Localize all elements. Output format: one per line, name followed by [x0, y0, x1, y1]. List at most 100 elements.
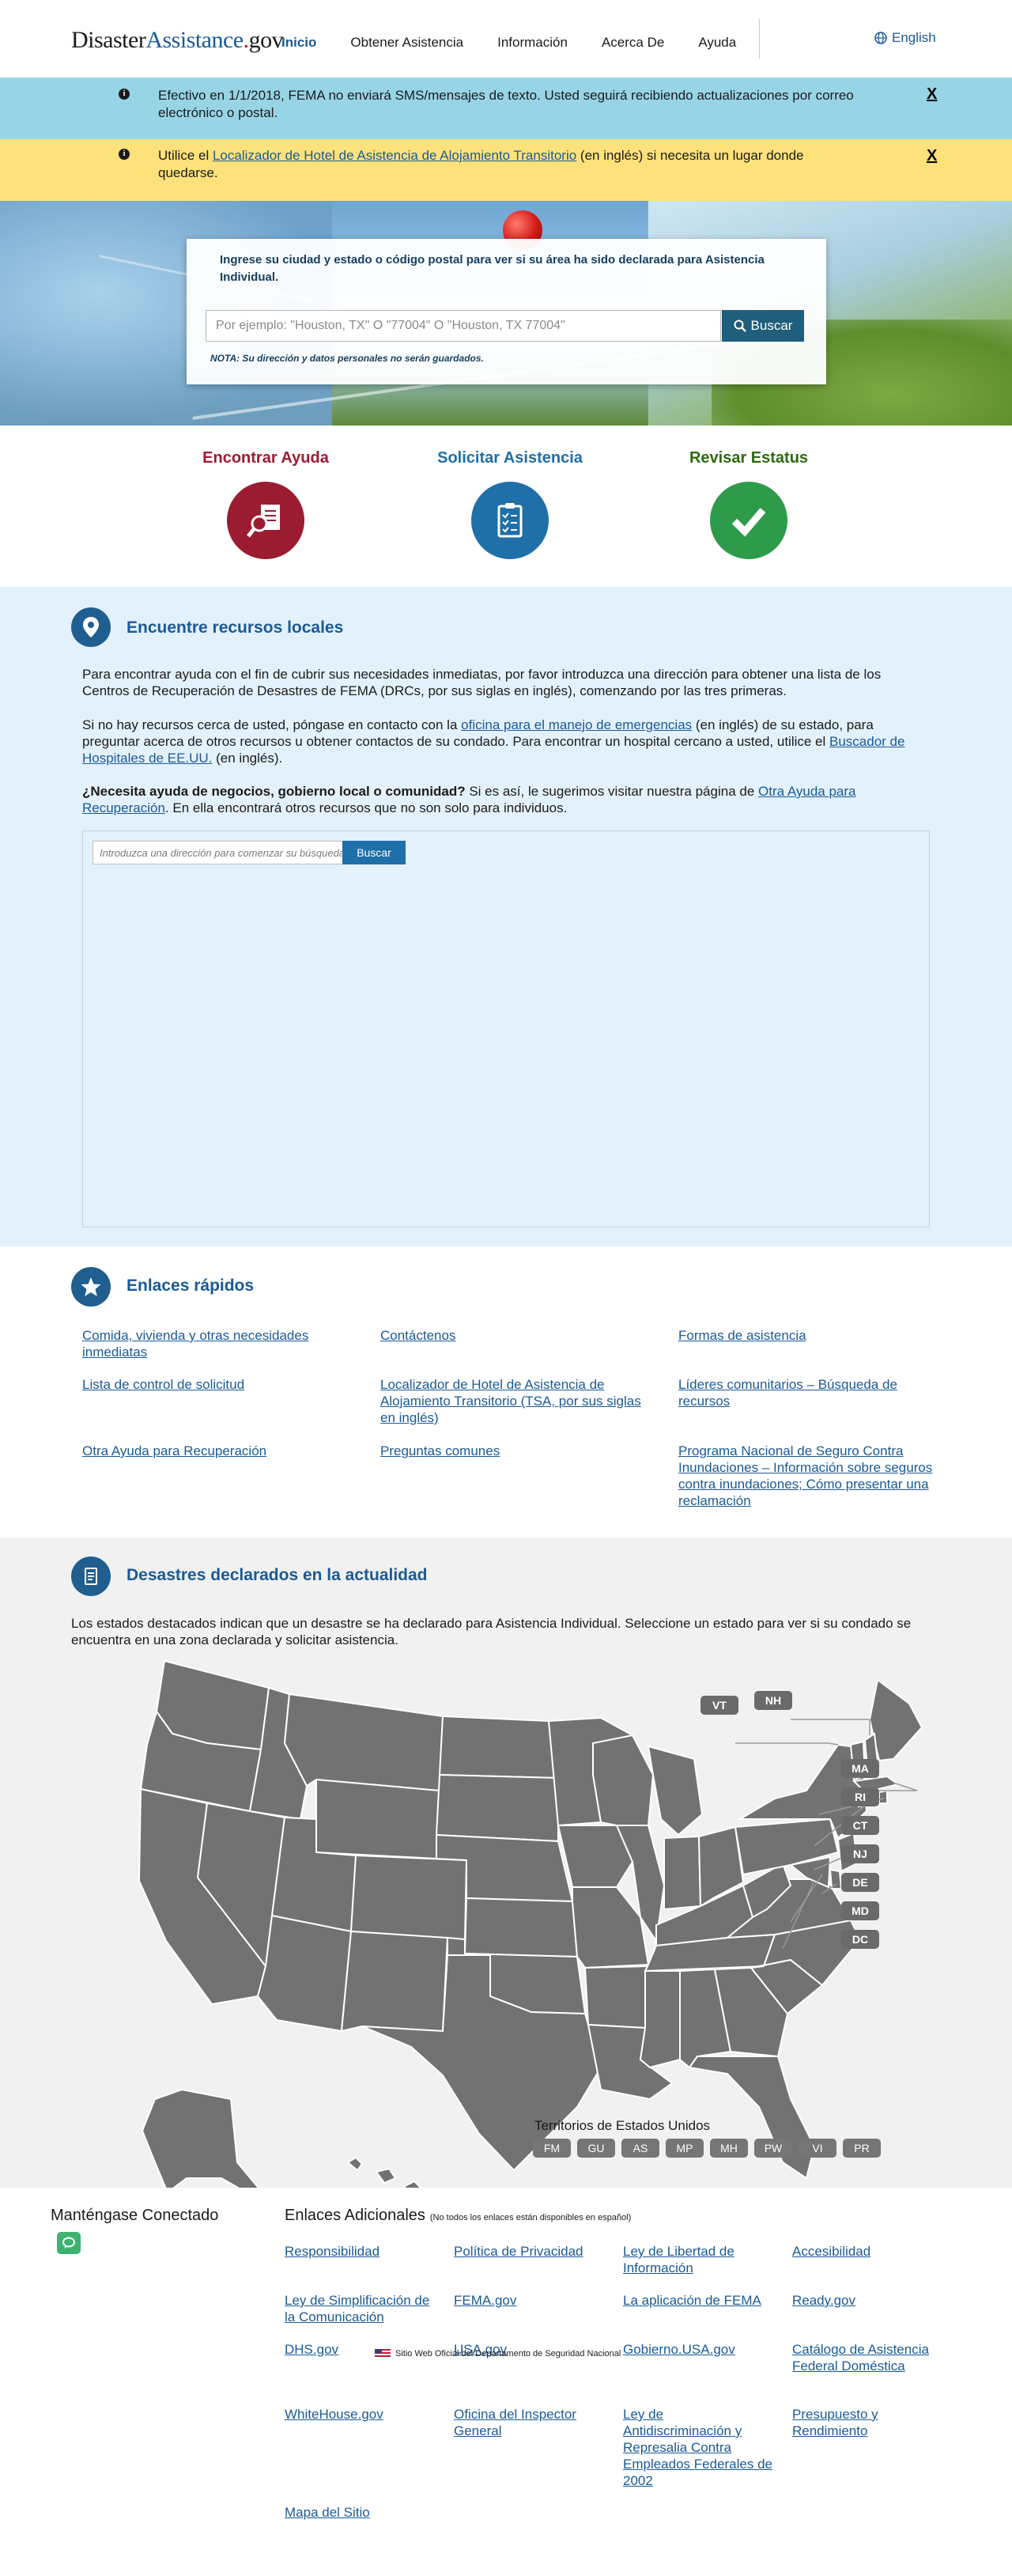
local-resources-contacts: Si no hay recursos cerca de usted, pónga…: [82, 717, 930, 766]
quick-link[interactable]: Localizador de Hotel de Asistencia de Al…: [380, 1376, 649, 1426]
nav-ayuda[interactable]: Ayuda: [698, 35, 736, 51]
stay-connected-title: Manténgase Conectado: [51, 2207, 219, 2224]
star-icon: [71, 1267, 111, 1307]
footer-link[interactable]: Presupuesto y Rendimiento: [792, 2406, 935, 2439]
quick-link[interactable]: Lista de control de solicitud: [82, 1376, 351, 1393]
state-me: [868, 1678, 923, 1762]
nav-acerca-de[interactable]: Acerca De: [602, 35, 664, 51]
territory-fm[interactable]: FM: [533, 2139, 571, 2158]
nav-obtener-asistencia[interactable]: Obtener Asistencia: [350, 35, 463, 51]
search-icon: [734, 320, 746, 332]
state-label-ma[interactable]: MA: [841, 1759, 879, 1778]
emergency-office-link[interactable]: oficina para el manejo de emergencias: [461, 717, 692, 732]
nav-informacion[interactable]: Información: [497, 35, 568, 51]
step-check-status[interactable]: Revisar Estatus: [662, 449, 836, 559]
state-label-vt[interactable]: VT: [700, 1696, 738, 1715]
footer-link[interactable]: Catálogo de Asistencia Federal Doméstica: [792, 2341, 935, 2374]
quick-link[interactable]: Otra Ayuda para Recuperación: [82, 1443, 351, 1459]
local-resources-title: Encuentre recursos locales: [126, 618, 344, 637]
step-check-status-label: Revisar Estatus: [689, 449, 809, 467]
footer-link[interactable]: Responsibilidad: [285, 2243, 443, 2260]
footer-link[interactable]: Ley de Antidiscriminación y Represalia C…: [623, 2406, 773, 2489]
state-label-md[interactable]: MD: [841, 1901, 879, 1920]
footer-link[interactable]: Ready.gov: [792, 2292, 950, 2309]
main-nav: Inicio Obtener Asistencia Información Ac…: [281, 35, 770, 51]
state-ks: [463, 1897, 579, 1958]
state-ri: [878, 1789, 888, 1804]
quick-link[interactable]: Comida, vivienda y otras necesidades inm…: [82, 1327, 351, 1360]
logo-text-disaster: Disaster: [71, 27, 146, 53]
step-find-help[interactable]: Encontrar Ayuda: [179, 449, 353, 559]
quick-link[interactable]: Programa Nacional de Seguro Contra Inund…: [678, 1443, 947, 1509]
footer-link[interactable]: Política de Privacidad: [454, 2243, 612, 2260]
chat-icon[interactable]: [57, 2232, 81, 2254]
quick-links-section: Enlaces rápidos Comida, vivienda y otras…: [0, 1246, 1012, 1538]
territories-title: Territorios de Estados Unidos: [534, 2118, 711, 2133]
footer-link[interactable]: La aplicación de FEMA: [623, 2292, 781, 2309]
state-label-ct[interactable]: CT: [841, 1816, 879, 1835]
us-flag-icon: [375, 2349, 391, 2358]
territory-mp[interactable]: MP: [666, 2139, 704, 2158]
privacy-note: NOTA: Su dirección y datos personales no…: [210, 353, 484, 364]
state-label-nh[interactable]: NH: [754, 1691, 792, 1710]
territory-gu[interactable]: GU: [577, 2139, 615, 2158]
label-leader: [735, 1742, 839, 1746]
state-mt: [283, 1693, 444, 1792]
footer-link[interactable]: Mapa del Sitio: [285, 2504, 443, 2521]
language-toggle[interactable]: English: [874, 30, 936, 46]
declared-disasters-title: Desastres declarados en la actualidad: [126, 1566, 428, 1584]
steps-section: Encontrar Ayuda Solicitar Asistencia Rev…: [0, 426, 1012, 587]
state-ms: [639, 1970, 681, 2069]
hotel-locator-link[interactable]: Localizador de Hotel de Asistencia de Al…: [213, 148, 576, 163]
hotel-alert: i Utilice el Localizador de Hotel de Asi…: [0, 139, 1012, 201]
footer-link[interactable]: Ley de Simplificación de la Comunicación: [285, 2292, 435, 2325]
footer-link[interactable]: Accesibilidad: [792, 2243, 950, 2260]
drc-map-frame[interactable]: Introduzca una dirección para comenzar s…: [82, 830, 930, 1227]
quick-link[interactable]: Preguntas comunes: [380, 1443, 649, 1459]
territory-mh[interactable]: MH: [710, 2139, 748, 2158]
site-logo[interactable]: DisasterAssistance.gov: [71, 27, 284, 54]
state-label-de[interactable]: DE: [841, 1873, 879, 1892]
language-label: English: [892, 30, 936, 45]
quick-link[interactable]: Líderes comunitarios – Búsqueda de recur…: [678, 1376, 947, 1409]
logo-text-assistance: Assistance: [145, 27, 244, 53]
territory-pw[interactable]: PW: [754, 2139, 792, 2158]
footer-link[interactable]: Ley de Libertad de Información: [623, 2243, 781, 2276]
local-resources-intro: Para encontrar ayuda con el fin de cubri…: [82, 667, 882, 698]
territory-pr[interactable]: PR: [843, 2139, 881, 2158]
business-text-a: Si es así, le sugerimos visitar nuestra …: [465, 784, 758, 799]
footer-link[interactable]: Gobierno.USA.gov: [623, 2341, 781, 2358]
state-label-nj[interactable]: NJ: [841, 1844, 879, 1863]
drc-address-input[interactable]: Introduzca una dirección para comenzar s…: [93, 841, 346, 864]
footer-link[interactable]: FEMA.gov: [454, 2292, 612, 2309]
state-fl: [688, 2056, 816, 2180]
contacts-text-c: (en inglés).: [212, 751, 283, 766]
additional-links-heading: Enlaces Adicionales: [285, 2207, 425, 2224]
quick-link[interactable]: Formas de asistencia: [678, 1327, 947, 1344]
business-text-b: . En ella encontrará otros recursos que …: [164, 800, 568, 815]
address-search-input[interactable]: Por ejemplo: "Houston, TX" O "77004" O "…: [206, 310, 721, 342]
territory-vi[interactable]: VI: [799, 2139, 836, 2158]
search-button-label: Buscar: [750, 318, 793, 333]
additional-links-note: (No todos los enlaces están disponibles …: [429, 2213, 632, 2222]
site-header: DisasterAssistance.gov Inicio Obtener As…: [0, 0, 1012, 78]
nav-inicio[interactable]: Inicio: [281, 35, 316, 51]
close-hotel-alert-button[interactable]: X: [927, 147, 937, 165]
state-nd: [438, 1715, 560, 1780]
quick-link[interactable]: Contáctenos: [380, 1327, 649, 1344]
info-icon: i: [119, 89, 130, 100]
search-button[interactable]: Buscar: [722, 310, 804, 342]
territory-as[interactable]: AS: [621, 2139, 659, 2158]
state-label-dc[interactable]: DC: [841, 1930, 879, 1949]
drc-search-button[interactable]: Buscar: [342, 841, 406, 864]
hotel-alert-text: Utilice el Localizador de Hotel de Asist…: [158, 147, 854, 182]
search-prompt: Ingrese su ciudad y estado o código post…: [220, 253, 765, 284]
state-wy: [315, 1778, 441, 1860]
state-label-ri[interactable]: RI: [841, 1787, 879, 1806]
close-sms-alert-button[interactable]: X: [927, 85, 937, 103]
footer-link[interactable]: Oficina del Inspector General: [454, 2406, 604, 2439]
step-apply[interactable]: Solicitar Asistencia: [423, 449, 597, 559]
local-resources-business: ¿Necesita ayuda de negocios, gobierno lo…: [82, 783, 930, 816]
state-nm: [340, 1930, 449, 2033]
footer-link[interactable]: WhiteHouse.gov: [285, 2406, 443, 2423]
